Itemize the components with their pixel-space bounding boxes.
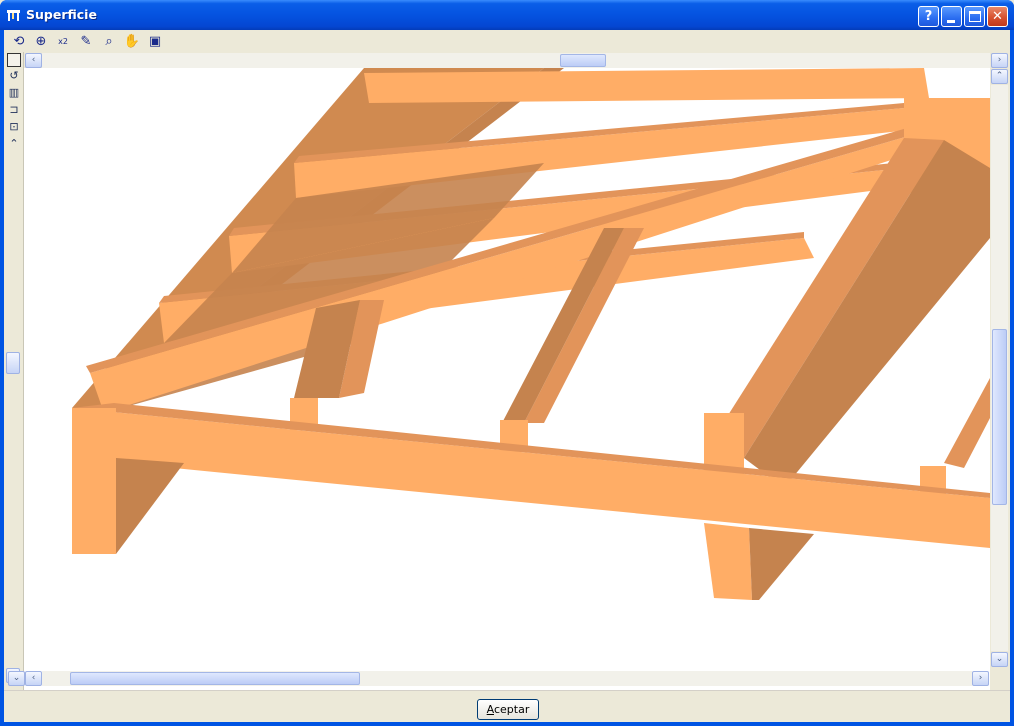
bottom-scroll-left-button[interactable]: ‹ [25, 671, 42, 686]
3d-viewport[interactable] [24, 68, 990, 696]
bottom-scroll-right-button[interactable]: › [972, 671, 989, 686]
bottom-horizontal-thumb[interactable] [70, 672, 360, 685]
edit-pen-icon[interactable]: ✎ [77, 33, 95, 50]
top-horizontal-thumb[interactable] [560, 54, 606, 67]
right-vertical-scrollbar[interactable] [991, 85, 1008, 651]
bottom-horizontal-scrollbar[interactable] [42, 671, 972, 686]
right-vertical-thumb[interactable] [992, 329, 1007, 505]
rotate-icon[interactable]: ↺ [7, 69, 21, 83]
accept-button[interactable]: Aceptar [477, 699, 539, 720]
dialog-footer: Aceptar [4, 690, 1010, 722]
zoom-window-icon[interactable]: ⊕ [32, 33, 50, 50]
accept-label: ceptar [493, 703, 530, 716]
solid-view-icon[interactable] [7, 53, 21, 67]
bottom-left-down-button[interactable]: ⌄ [8, 671, 25, 686]
window-title: Superficie [26, 7, 97, 22]
minimize-button[interactable] [941, 6, 962, 27]
right-scroll-up-button[interactable]: ⌃ [991, 69, 1008, 84]
side-toolbar: ↺ ▥ ⊐ ⊡ ⌃ ⌄ [4, 52, 24, 690]
view-options-icon[interactable]: ▣ [146, 33, 164, 50]
title-bar[interactable]: Superficie ? ✕ [0, 0, 1014, 30]
select-3d-icon[interactable]: ⟲ [10, 33, 28, 50]
top-horizontal-scrollbar[interactable] [42, 53, 990, 68]
bars-icon[interactable]: ▥ [7, 86, 21, 100]
zoom-realtime-icon[interactable]: ⌕ [100, 33, 118, 50]
help-button[interactable]: ? [918, 6, 939, 27]
maximize-button[interactable] [964, 6, 985, 27]
accept-accelerator: A [486, 703, 494, 716]
top-scroll-right-button[interactable]: › [991, 53, 1008, 68]
profile-icon[interactable]: ⊐ [7, 103, 21, 117]
maximize-icon [969, 11, 981, 22]
roof-structure-render [72, 68, 990, 600]
vertical-side-thumb[interactable] [6, 352, 20, 374]
window: Superficie ? ✕ ⟲ ⊕ x2 ✎ ⌕ ✋ ▣ ↺ ▥ ⊐ ⊡ ⌃ … [0, 0, 1014, 726]
app-icon [7, 10, 20, 21]
top-scroll-left-button[interactable]: ‹ [25, 53, 42, 68]
client-area: ⟲ ⊕ x2 ✎ ⌕ ✋ ▣ ↺ ▥ ⊐ ⊡ ⌃ ⌄ ‹ › ⌃ ⌄ [4, 30, 1010, 722]
scroll-up-icon[interactable]: ⌃ [7, 137, 21, 151]
close-button[interactable]: ✕ [987, 6, 1008, 27]
zoom-x2-icon[interactable]: x2 [54, 33, 72, 50]
toolbar: ⟲ ⊕ x2 ✎ ⌕ ✋ ▣ [4, 30, 1010, 52]
pan-hand-icon[interactable]: ✋ [123, 33, 141, 50]
minimize-icon [947, 20, 955, 23]
right-scroll-down-button[interactable]: ⌄ [991, 652, 1008, 667]
display-icon[interactable]: ⊡ [7, 120, 21, 134]
